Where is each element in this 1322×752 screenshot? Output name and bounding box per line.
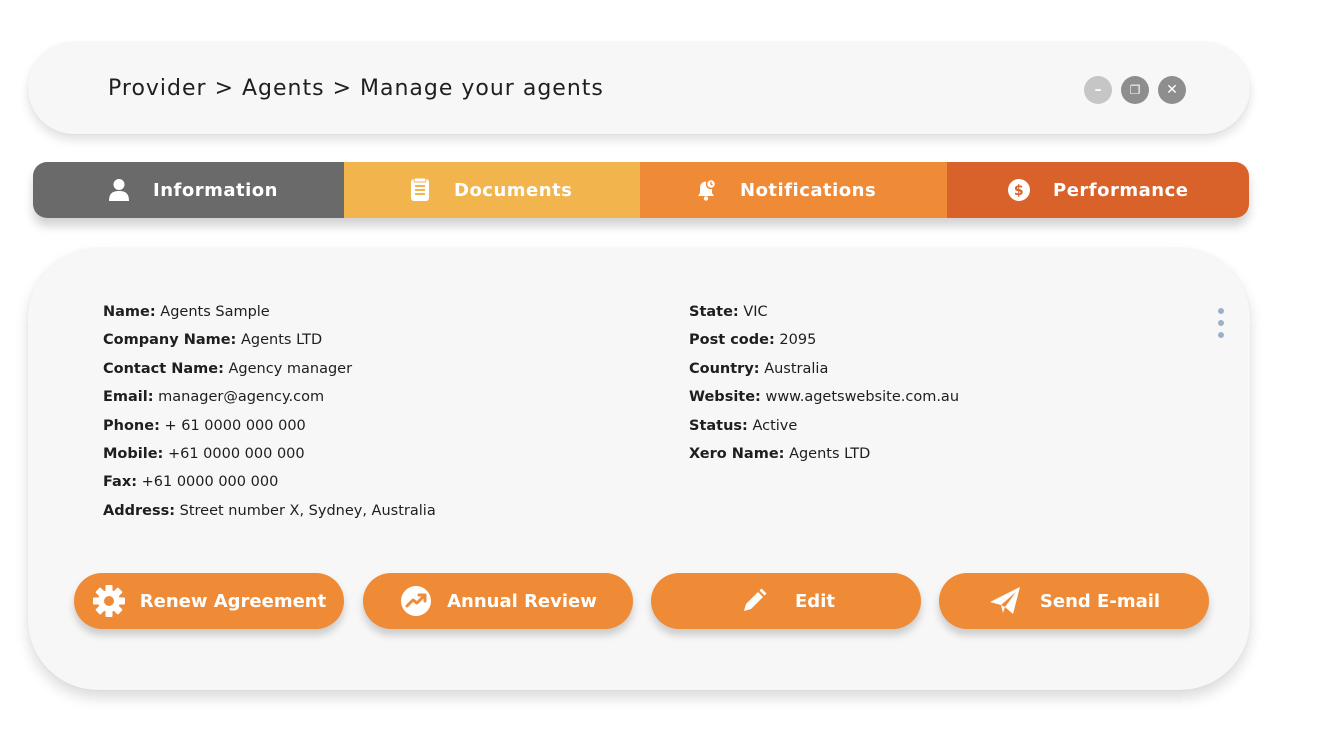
detail-row-phone: Phone: + 61 0000 000 000 bbox=[103, 417, 306, 434]
header-bar: Provider > Agents > Manage your agents –… bbox=[28, 42, 1250, 134]
bell-icon bbox=[694, 178, 718, 202]
minimize-icon: – bbox=[1094, 82, 1102, 98]
tab-performance[interactable]: $ Performance bbox=[947, 162, 1249, 218]
trend-icon bbox=[399, 584, 433, 618]
renew-agreement-button[interactable]: Renew Agreement bbox=[74, 573, 344, 629]
paper-plane-icon bbox=[988, 584, 1022, 618]
svg-text:$: $ bbox=[1014, 183, 1024, 199]
tab-label: Performance bbox=[1053, 179, 1189, 201]
close-icon: ✕ bbox=[1166, 82, 1178, 98]
button-label: Send E-mail bbox=[1039, 590, 1161, 612]
detail-row-email: Email: manager@agency.com bbox=[103, 389, 325, 406]
button-label: Edit bbox=[795, 590, 835, 612]
detail-row-status: Status: Active bbox=[689, 417, 798, 434]
detail-row-website: Website: www.agetswebsite.com.au bbox=[689, 389, 960, 406]
restore-button[interactable]: ❐ bbox=[1121, 76, 1149, 104]
detail-row-xero-name: Xero Name: Agents LTD bbox=[689, 446, 871, 463]
restore-icon: ❐ bbox=[1129, 83, 1141, 97]
tab-label: Notifications bbox=[740, 179, 877, 201]
details-right-column: State: VIC Post code: 2095 Country: Aust… bbox=[689, 298, 959, 468]
person-icon bbox=[107, 178, 131, 202]
pencil-icon bbox=[737, 584, 771, 618]
tab-notifications[interactable]: Notifications bbox=[640, 162, 947, 218]
tab-bar: Information Documents Notifications $ Pe… bbox=[33, 162, 1249, 218]
tab-label: Information bbox=[153, 179, 278, 201]
tab-documents[interactable]: Documents bbox=[344, 162, 640, 218]
detail-row-contact-name: Contact Name: Agency manager bbox=[103, 360, 353, 377]
detail-row-mobile: Mobile: +61 0000 000 000 bbox=[103, 446, 305, 463]
window-controls: – ❐ ✕ bbox=[1084, 76, 1186, 104]
dollar-coin-icon: $ bbox=[1007, 178, 1031, 202]
document-icon bbox=[408, 178, 432, 202]
send-email-button[interactable]: Send E-mail bbox=[939, 573, 1209, 629]
edit-button[interactable]: Edit bbox=[651, 573, 921, 629]
annual-review-button[interactable]: Annual Review bbox=[363, 573, 633, 629]
detail-row-company-name: Company Name: Agents LTD bbox=[103, 332, 323, 349]
more-options-icon[interactable] bbox=[1216, 308, 1226, 338]
button-label: Annual Review bbox=[447, 590, 597, 612]
gear-icon bbox=[92, 584, 126, 618]
breadcrumb: Provider > Agents > Manage your agents bbox=[108, 76, 604, 101]
tab-label: Documents bbox=[454, 179, 573, 201]
detail-row-address: Address: Street number X, Sydney, Austra… bbox=[103, 502, 436, 519]
detail-row-post-code: Post code: 2095 bbox=[689, 332, 817, 349]
agent-details-card: Name: Agents Sample Company Name: Agents… bbox=[28, 248, 1250, 690]
tab-information[interactable]: Information bbox=[33, 162, 344, 218]
close-button[interactable]: ✕ bbox=[1158, 76, 1186, 104]
detail-row-country: Country: Australia bbox=[689, 360, 829, 377]
button-label: Renew Agreement bbox=[139, 590, 327, 612]
details-left-column: Name: Agents Sample Company Name: Agents… bbox=[103, 298, 436, 525]
detail-row-fax: Fax: +61 0000 000 000 bbox=[103, 474, 279, 491]
detail-row-name: Name: Agents Sample bbox=[103, 304, 270, 320]
detail-row-state: State: VIC bbox=[689, 304, 768, 320]
minimize-button[interactable]: – bbox=[1084, 76, 1112, 104]
